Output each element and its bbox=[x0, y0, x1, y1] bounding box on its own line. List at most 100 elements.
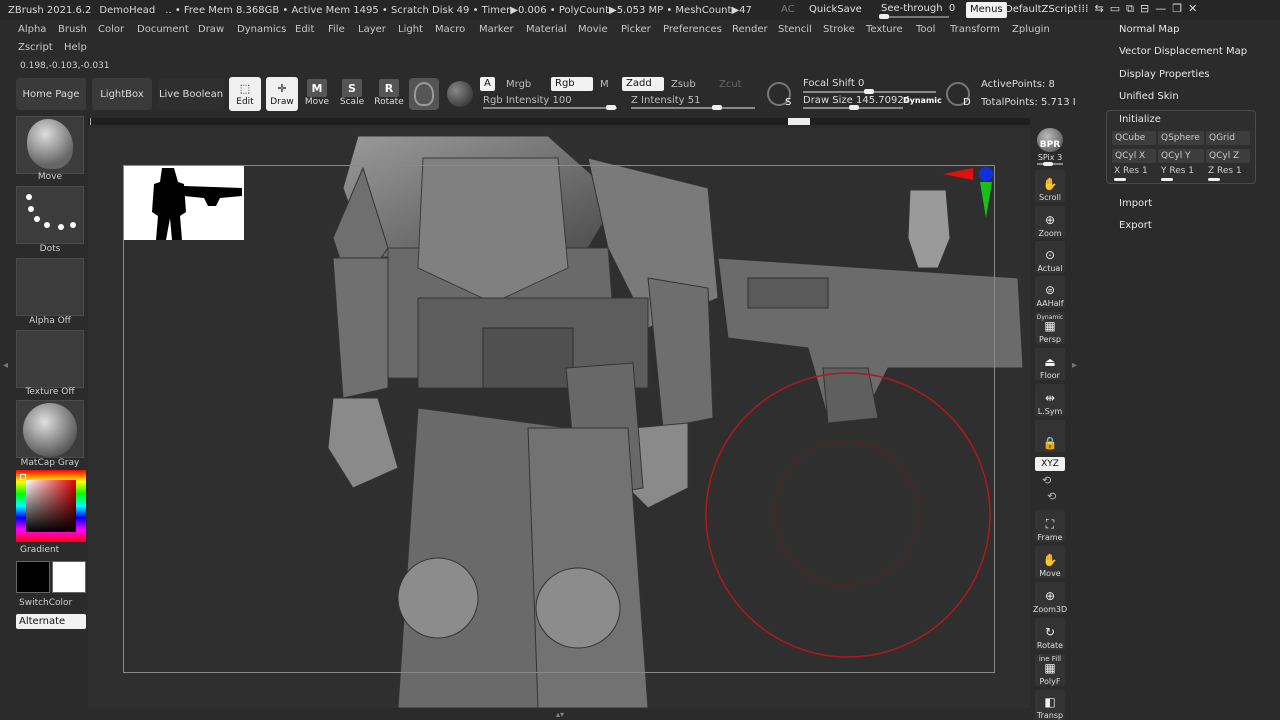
move-view-button[interactable]: ✋ Move bbox=[1035, 546, 1065, 578]
rgb-intensity-knob[interactable] bbox=[606, 105, 616, 110]
color-cursor[interactable] bbox=[20, 474, 26, 480]
menu-preferences[interactable]: Preferences bbox=[663, 24, 722, 35]
rgb-intensity-slider[interactable]: Rgb Intensity 100 bbox=[480, 94, 620, 110]
xres-slider[interactable]: X Res 1 bbox=[1114, 166, 1148, 176]
zoom3d-button[interactable]: ⊕ Zoom3D bbox=[1033, 582, 1067, 614]
gizmo-button[interactable] bbox=[445, 78, 475, 110]
zres-slider[interactable]: Z Res 1 bbox=[1208, 166, 1242, 176]
zres-knob[interactable] bbox=[1208, 178, 1220, 181]
rotate-y-icon[interactable]: ⟲ bbox=[1042, 474, 1051, 487]
texture-slot[interactable] bbox=[16, 330, 84, 388]
hide-icon[interactable]: ▭ bbox=[1110, 2, 1120, 16]
gradient-label[interactable]: Gradient bbox=[20, 545, 92, 555]
rotate-z-icon[interactable]: ⟲ bbox=[1047, 490, 1056, 503]
s-badge[interactable]: S bbox=[765, 80, 795, 110]
yres-knob[interactable] bbox=[1161, 178, 1173, 181]
lock-button[interactable]: 🔒 bbox=[1035, 420, 1065, 452]
menu-picker[interactable]: Picker bbox=[621, 24, 651, 35]
right-tray-arrow-icon[interactable]: ▸ bbox=[1072, 360, 1077, 371]
xres-knob[interactable] bbox=[1114, 178, 1126, 181]
draw-size-knob[interactable] bbox=[849, 105, 859, 110]
yres-slider[interactable]: Y Res 1 bbox=[1161, 166, 1194, 176]
frame-button[interactable]: ⛶ Frame bbox=[1035, 510, 1065, 542]
menu-file[interactable]: File bbox=[328, 24, 345, 35]
qgrid-button[interactable]: QGrid bbox=[1206, 131, 1250, 145]
alternate-button[interactable]: Alternate bbox=[16, 614, 86, 629]
menu-brush[interactable]: Brush bbox=[58, 24, 87, 35]
menu-light[interactable]: Light bbox=[398, 24, 423, 35]
quicksave-button[interactable]: QuickSave bbox=[809, 4, 862, 15]
menu-zscript[interactable]: Zscript bbox=[18, 42, 53, 53]
secondary-color-swatch[interactable] bbox=[16, 561, 50, 593]
palette-icon[interactable]: ⧉ bbox=[1126, 2, 1134, 16]
draw-size-slider[interactable]: Draw Size 145.70924 Dynamic bbox=[798, 94, 942, 112]
export-item[interactable]: Export bbox=[1119, 220, 1152, 231]
d-badge[interactable]: D bbox=[944, 80, 974, 110]
rgb-toggle[interactable]: Rgb bbox=[551, 77, 593, 91]
persp-button[interactable]: Dynamic ▦ Persp bbox=[1035, 312, 1065, 344]
scroll-button[interactable]: ✋ Scroll bbox=[1035, 170, 1065, 202]
spix-slider[interactable]: SPix 3 bbox=[1035, 153, 1065, 167]
menu-marker[interactable]: Marker bbox=[479, 24, 514, 35]
lightbox-button[interactable]: LightBox bbox=[92, 78, 152, 110]
dynamic-toggle[interactable]: Dynamic bbox=[903, 96, 942, 105]
menu-zplugin[interactable]: Zplugin bbox=[1012, 24, 1050, 35]
menu-movie[interactable]: Movie bbox=[578, 24, 608, 35]
xyz-button[interactable]: XYZ bbox=[1035, 457, 1065, 471]
z-intensity-knob[interactable] bbox=[712, 105, 722, 110]
color-picker[interactable] bbox=[16, 470, 86, 542]
qcylz-button[interactable]: QCyl Z bbox=[1206, 149, 1250, 163]
move-mode-button[interactable]: M Move bbox=[301, 77, 333, 111]
menu-alpha[interactable]: Alpha bbox=[18, 24, 46, 35]
m-toggle[interactable]: M bbox=[600, 79, 609, 90]
menu-stencil[interactable]: Stencil bbox=[778, 24, 812, 35]
menu-edit[interactable]: Edit bbox=[295, 24, 314, 35]
menu-dynamics[interactable]: Dynamics bbox=[237, 24, 286, 35]
ac-indicator[interactable]: AC bbox=[781, 4, 795, 15]
qcube-button[interactable]: QCube bbox=[1112, 131, 1156, 145]
menus-toggle-button[interactable]: Menus bbox=[966, 2, 1007, 18]
sculptris-pro-button[interactable] bbox=[409, 78, 439, 110]
swap-icon[interactable]: ⇆ bbox=[1095, 2, 1104, 16]
draw-mode-button[interactable]: ✛ Draw bbox=[266, 77, 298, 111]
menu-tool[interactable]: Tool bbox=[916, 24, 935, 35]
unified-skin-item[interactable]: Unified Skin bbox=[1119, 91, 1179, 102]
canvas-viewport[interactable] bbox=[88, 128, 1030, 708]
home-page-button[interactable]: Home Page bbox=[16, 78, 86, 110]
stroke-slot[interactable] bbox=[16, 186, 84, 244]
minimize-icon[interactable]: — bbox=[1155, 2, 1166, 16]
color-saturation-area[interactable] bbox=[26, 480, 76, 532]
import-item[interactable]: Import bbox=[1119, 198, 1152, 209]
default-zscript-button[interactable]: DefaultZScript bbox=[1005, 4, 1077, 15]
bottom-tray-handle[interactable]: ▴▾ bbox=[500, 710, 620, 719]
aahalf-button[interactable]: ⊜ AAHalf bbox=[1035, 276, 1065, 308]
layout-icon[interactable]: ⁞⁞⁞ bbox=[1078, 2, 1089, 16]
live-boolean-button[interactable]: Live Boolean bbox=[158, 78, 224, 110]
bpr-button[interactable]: BPR bbox=[1035, 118, 1065, 152]
menu-document[interactable]: Document bbox=[137, 24, 189, 35]
menu-color[interactable]: Color bbox=[98, 24, 124, 35]
zadd-toggle[interactable]: Zadd bbox=[622, 77, 664, 91]
menu-draw[interactable]: Draw bbox=[198, 24, 224, 35]
qcyly-button[interactable]: QCyl Y bbox=[1158, 149, 1204, 163]
floor-button[interactable]: ⏏ Floor bbox=[1035, 348, 1065, 380]
switchcolor-button[interactable]: SwitchColor bbox=[19, 598, 91, 608]
material-slot[interactable] bbox=[16, 400, 84, 458]
scale-mode-button[interactable]: S Scale bbox=[336, 77, 368, 111]
polyf-button[interactable]: ine Fill ▦ PolyF bbox=[1035, 654, 1065, 686]
a-toggle[interactable]: A bbox=[480, 77, 495, 91]
display-properties-item[interactable]: Display Properties bbox=[1119, 69, 1210, 80]
menu-transform[interactable]: Transform bbox=[950, 24, 1000, 35]
menu-macro[interactable]: Macro bbox=[435, 24, 465, 35]
timeline-marker[interactable] bbox=[788, 118, 810, 125]
zcut-toggle[interactable]: Zcut bbox=[719, 79, 742, 90]
help-icon[interactable]: ⊟ bbox=[1140, 2, 1149, 16]
initialize-header[interactable]: Initialize bbox=[1119, 114, 1161, 125]
restore-icon[interactable]: ❐ bbox=[1172, 2, 1182, 16]
close-icon[interactable]: ✕ bbox=[1188, 2, 1197, 16]
qsphere-button[interactable]: QSphere bbox=[1158, 131, 1204, 145]
left-tray-arrow-icon[interactable]: ◂ bbox=[3, 360, 8, 371]
lsym-button[interactable]: ⇹ L.Sym bbox=[1035, 384, 1065, 416]
timeline-track[interactable] bbox=[88, 118, 1030, 125]
seethrough-knob[interactable] bbox=[879, 14, 889, 19]
